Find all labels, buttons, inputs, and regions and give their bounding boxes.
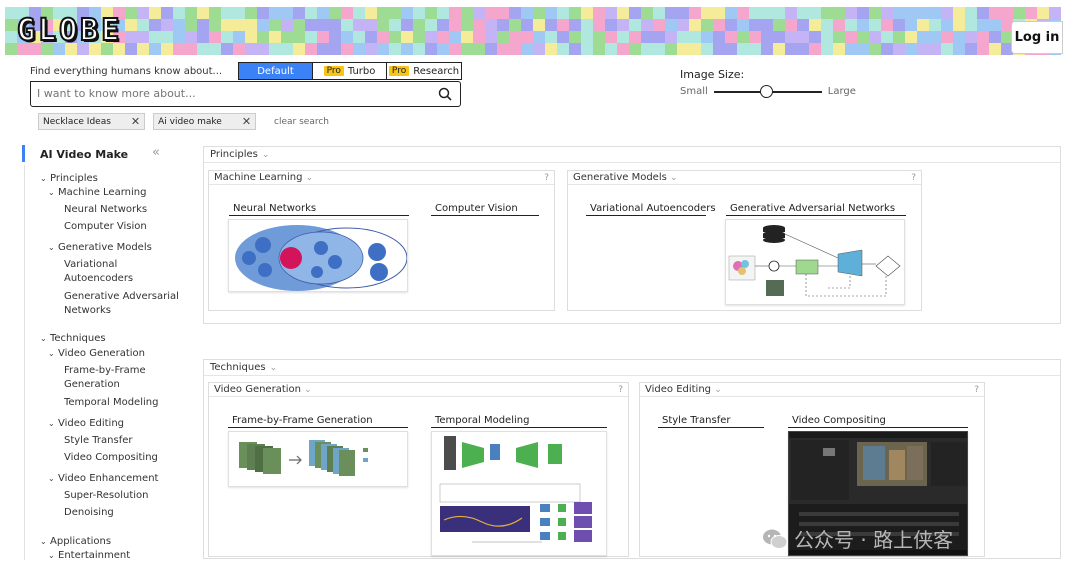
header-banner: GLOBE Log in	[5, 7, 1063, 55]
chevron-down-icon: ⌄	[48, 349, 55, 358]
sidebar-item-machine-learning[interactable]: ⌄ Machine Learning	[48, 186, 146, 200]
chevron-down-icon: ⌄	[40, 174, 47, 183]
help-icon[interactable]: ?	[618, 385, 623, 395]
card-style-transfer[interactable]: Style Transfer	[658, 415, 764, 428]
chevron-down-icon: ⌄	[48, 551, 55, 558]
chevron-down-icon: ⌄	[670, 173, 678, 183]
sidebar-item-video-editing[interactable]: ⌄ Video Editing	[48, 417, 124, 431]
sidebar-item-gans[interactable]: Generative Adversarial Networks	[64, 290, 194, 318]
generative-models-panel: Generative Models ⌄? Variational Autoenc…	[567, 170, 922, 311]
chevron-down-icon: ⌄	[269, 362, 278, 373]
collapse-sidebar-icon[interactable]: «	[152, 145, 160, 160]
chevron-down-icon: ⌄	[40, 537, 47, 546]
panel-title[interactable]: Generative Models ⌄	[573, 172, 678, 183]
sidebar-item-computer-vision[interactable]: Computer Vision	[64, 220, 147, 234]
sidebar-item-denoising[interactable]: Denoising	[64, 506, 114, 520]
panel-title[interactable]: Video Generation ⌄	[214, 384, 312, 395]
neural-networks-image[interactable]	[228, 219, 408, 292]
mode-turbo-button[interactable]: Pro Turbo	[313, 63, 387, 79]
sidebar-item-video-compositing[interactable]: Video Compositing	[64, 451, 158, 465]
sidebar-active-indicator	[22, 145, 25, 162]
search-chip[interactable]: Ai video make ✕	[153, 113, 257, 130]
header-mosaic	[5, 7, 1063, 55]
sidebar-title: AI Video Make	[40, 148, 129, 161]
card-gans[interactable]: Generative Adversarial Networks	[726, 203, 906, 216]
chevron-down-icon: ⌄	[48, 419, 55, 428]
globe-logo[interactable]: GLOBE	[16, 15, 122, 47]
login-button[interactable]: Log in	[1011, 21, 1063, 54]
search-icon[interactable]	[438, 87, 452, 101]
sidebar-item-super-resolution[interactable]: Super-Resolution	[64, 489, 149, 503]
chevron-down-icon: ⌄	[48, 474, 55, 483]
chevron-down-icon: ⌄	[40, 334, 47, 343]
sidebar-item-frame-by-frame[interactable]: Frame-by-Frame Generation	[64, 364, 164, 392]
panel-title[interactable]: Video Editing ⌄	[645, 384, 722, 395]
sidebar-divider	[24, 165, 25, 560]
sidebar-item-entertainment[interactable]: ⌄ Entertainment	[48, 549, 130, 558]
video-generation-panel: Video Generation ⌄? Frame-by-Frame Gener…	[208, 382, 629, 557]
sidebar-item-temporal-modeling[interactable]: Temporal Modeling	[64, 396, 158, 410]
gan-diagram-icon	[728, 225, 901, 297]
mode-research-button[interactable]: Pro Research	[387, 63, 461, 79]
search-label: Find everything humans know about...	[30, 66, 223, 77]
diffusion-diagram-icon	[439, 436, 592, 543]
slider-handle[interactable]	[759, 84, 773, 98]
frames-diagram-icon	[239, 440, 368, 476]
help-icon[interactable]: ?	[974, 385, 979, 395]
panel-title[interactable]: Machine Learning ⌄	[214, 172, 313, 183]
chevron-down-icon: ⌄	[304, 385, 312, 395]
image-size-slider[interactable]	[713, 84, 822, 98]
search-chip[interactable]: Necklace Ideas ✕	[38, 113, 146, 130]
mode-default-button[interactable]: Default	[239, 63, 313, 79]
size-large-label: Large	[827, 86, 856, 97]
clear-search-link[interactable]: clear search	[274, 117, 329, 127]
image-size-label: Image Size:	[680, 68, 745, 81]
card-neural-networks[interactable]: Neural Networks	[229, 203, 409, 216]
pro-badge: Pro	[388, 66, 410, 76]
sidebar-item-neural-networks[interactable]: Neural Networks	[64, 203, 147, 217]
frame-by-frame-image[interactable]	[228, 431, 408, 487]
help-icon[interactable]: ?	[544, 173, 549, 183]
sidebar-item-style-transfer[interactable]: Style Transfer	[64, 434, 133, 448]
chevron-down-icon: ⌄	[714, 385, 722, 395]
close-icon[interactable]: ✕	[242, 115, 251, 128]
sidebar-item-video-enhancement[interactable]: ⌄ Video Enhancement	[48, 472, 158, 486]
card-temporal-modeling[interactable]: Temporal Modeling	[431, 415, 607, 428]
image-size-control: Small Large	[680, 84, 856, 98]
machine-learning-panel: Machine Learning ⌄? Neural Networks Comp…	[208, 170, 555, 311]
temporal-modeling-image[interactable]	[431, 431, 607, 556]
card-frame-by-frame[interactable]: Frame-by-Frame Generation	[228, 415, 408, 428]
principles-header[interactable]: Principles ⌄	[204, 147, 1060, 163]
size-small-label: Small	[680, 86, 708, 97]
chevron-down-icon: ⌄	[261, 149, 270, 160]
search-input[interactable]	[31, 82, 431, 104]
card-variational-autoencoders[interactable]: Variational Autoencoders	[586, 203, 716, 216]
wechat-icon	[763, 529, 788, 549]
sidebar-item-principles[interactable]: ⌄ Principles	[40, 172, 98, 186]
search-mode-selector: Default Pro Turbo Pro Research	[238, 62, 462, 80]
chevron-down-icon: ⌄	[48, 188, 55, 197]
search-chips: Necklace Ideas ✕ Ai video make ✕ clear sea…	[38, 113, 329, 130]
techniques-header[interactable]: Techniques ⌄	[204, 360, 1060, 376]
search-box	[30, 81, 461, 107]
venn-diagram-icon	[235, 225, 407, 291]
sidebar-item-generative-models[interactable]: ⌄ Generative Models	[48, 241, 152, 255]
card-computer-vision[interactable]: Computer Vision	[431, 203, 539, 216]
chevron-down-icon: ⌄	[305, 173, 314, 183]
chevron-down-icon: ⌄	[48, 243, 55, 252]
sidebar-item-applications[interactable]: ⌄ Applications	[40, 535, 111, 549]
sidebar-item-techniques[interactable]: ⌄ Techniques	[40, 332, 106, 346]
gans-image[interactable]	[725, 219, 905, 305]
watermark: 公众号 · 路上侠客	[762, 524, 953, 553]
sidebar-item-variational-autoencoders[interactable]: Variational Autoencoders	[64, 258, 164, 286]
sidebar-item-video-generation[interactable]: ⌄ Video Generation	[48, 347, 145, 361]
card-video-compositing[interactable]: Video Compositing	[788, 415, 968, 428]
help-icon[interactable]: ?	[911, 173, 916, 183]
close-icon[interactable]: ✕	[131, 115, 140, 128]
pro-badge: Pro	[323, 66, 344, 76]
